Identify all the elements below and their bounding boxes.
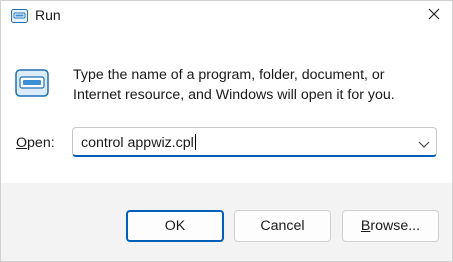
cancel-button-label: Cancel — [260, 218, 305, 234]
open-label-rest: pen: — [27, 135, 55, 151]
run-dialog: Run Type the name of a program, folder, … — [0, 0, 453, 262]
browse-button-label: Browse... — [361, 218, 420, 234]
close-button[interactable] — [417, 1, 451, 31]
run-program-icon — [15, 69, 49, 97]
browse-mnemonic: B — [360, 218, 371, 234]
open-label: Open: — [16, 135, 55, 151]
cancel-button[interactable]: Cancel — [234, 210, 331, 242]
close-icon — [428, 7, 440, 25]
text-caret — [194, 134, 196, 150]
description-line-1: Type the name of a program, folder, docu… — [73, 67, 385, 83]
chevron-down-icon[interactable] — [418, 136, 430, 148]
open-combobox[interactable]: control appwiz.cpl — [72, 127, 437, 157]
run-icon — [11, 9, 28, 23]
ok-button[interactable]: OK — [126, 210, 224, 242]
window-title: Run — [35, 7, 61, 23]
ok-button-label: OK — [164, 218, 186, 234]
description-line-2: Internet resource, and Windows will open… — [73, 87, 395, 103]
description-text: Type the name of a program, folder, docu… — [73, 65, 433, 105]
open-label-mnemonic: O — [16, 135, 28, 151]
browse-rest: rowse... — [370, 218, 421, 234]
dialog-content: Type the name of a program, folder, docu… — [1, 31, 452, 183]
browse-button[interactable]: Browse... — [342, 210, 439, 242]
title-bar: Run — [1, 1, 452, 31]
open-input-value: control appwiz.cpl — [81, 135, 194, 151]
open-input[interactable]: control appwiz.cpl — [81, 134, 196, 151]
